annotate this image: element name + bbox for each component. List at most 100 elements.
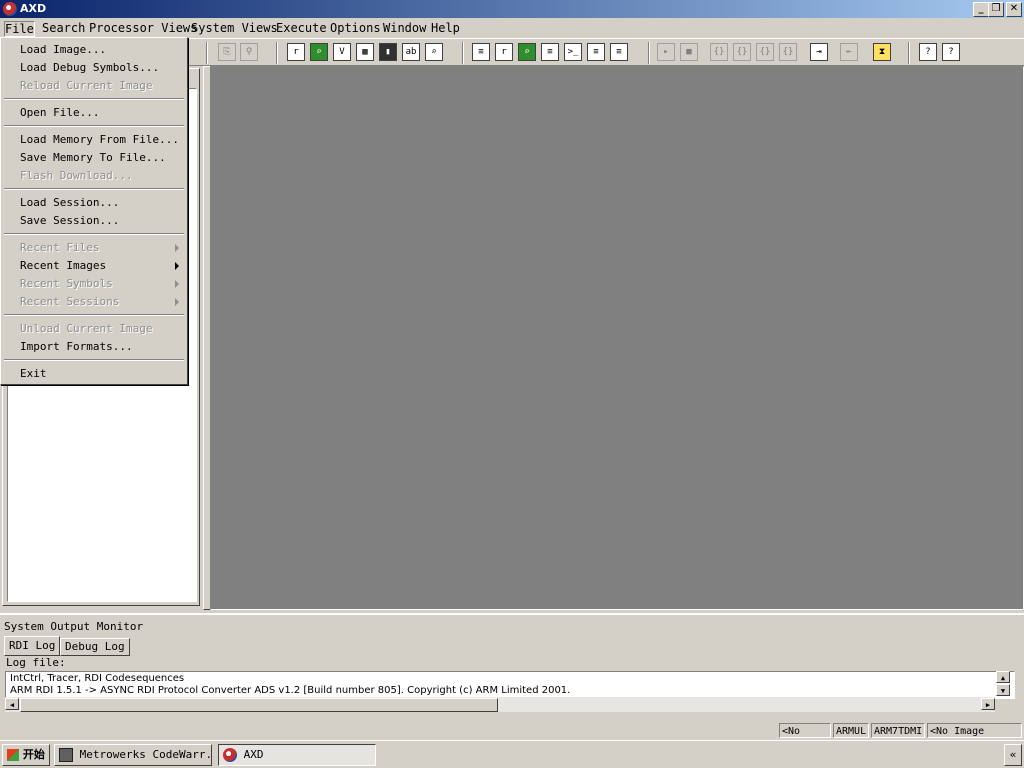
file-menu-item-load-memory-from-file[interactable]: Load Memory From File... xyxy=(20,131,179,149)
toolbar-separator xyxy=(276,42,278,64)
memory-icon[interactable]: ▦ xyxy=(356,43,374,61)
step-in-icon[interactable]: {} xyxy=(733,43,751,61)
status-target: ARMUL xyxy=(833,723,869,738)
submenu-arrow-icon xyxy=(175,298,179,306)
file-menu-item-save-memory-to-file[interactable]: Save Memory To File... xyxy=(20,149,166,167)
processor-registers-icon[interactable]: r xyxy=(495,43,513,61)
window-title: AXD xyxy=(20,2,47,15)
console-icon[interactable]: >_ xyxy=(564,43,582,61)
menu-separator xyxy=(4,188,184,190)
toggle-breakpoint-icon[interactable]: ⇥ xyxy=(810,43,828,61)
menu-separator xyxy=(4,125,184,127)
menu-system-views[interactable]: System Views xyxy=(191,21,278,35)
low-level-symbols-icon[interactable]: ab xyxy=(402,43,420,61)
menu-separator xyxy=(4,98,184,100)
taskbar-button-axd[interactable]: AXD xyxy=(218,744,376,766)
toolbar-separator xyxy=(648,42,650,64)
tab-rdi-log[interactable]: RDI Log xyxy=(4,636,61,656)
axd-icon xyxy=(223,748,237,762)
scroll-down-icon[interactable]: ▼ xyxy=(996,684,1010,696)
codewarrior-icon xyxy=(59,748,73,762)
stop-icon[interactable]: ■ xyxy=(680,43,698,61)
menu-separator xyxy=(4,233,184,235)
file-menu-item-import-formats[interactable]: Import Formats... xyxy=(20,338,133,356)
taskbar: 开始 Metrowerks CodeWarr... AXD « xyxy=(0,740,1024,768)
load-image-icon[interactable]: ⎘ xyxy=(218,43,236,61)
submenu-arrow-icon xyxy=(175,280,179,288)
scroll-left-icon[interactable]: ◀ xyxy=(5,698,19,710)
toolbar-separator xyxy=(908,42,910,64)
set-pc-icon[interactable]: ⇤ xyxy=(840,43,858,61)
menu-search[interactable]: Search xyxy=(42,21,85,35)
backtrace-icon[interactable]: ▮ xyxy=(379,43,397,61)
file-menu-item-recent-sessions: Recent Sessions xyxy=(20,295,120,308)
file-menu-item-flash-download: Flash Download... xyxy=(20,169,133,182)
file-menu-item-exit[interactable]: Exit xyxy=(20,365,47,383)
submenu-arrow-icon xyxy=(175,262,179,270)
menu-processor-views[interactable]: Processor Views xyxy=(89,21,197,35)
menu-file[interactable]: File xyxy=(4,21,35,37)
log-line: ARM RDI 1.5.1 -> ASYNC RDI Protocol Conv… xyxy=(10,685,571,696)
source-list-icon[interactable]: ≡ xyxy=(472,43,490,61)
system-list-icon[interactable]: ≡ xyxy=(541,43,559,61)
status-bar: <No Pos> ARMUL ARM7TDMI <No Image Name> xyxy=(0,722,1024,752)
menu-bar: File Search Processor Views System Views Exe… xyxy=(0,18,1024,37)
go-icon[interactable]: ▸ xyxy=(657,43,675,61)
file-menu-item-unload-current-image: Unload Current Image xyxy=(20,322,153,335)
mdi-client-area[interactable] xyxy=(210,66,1024,610)
status-processor: ARM7TDMI xyxy=(871,723,925,738)
binoculars-icon[interactable]: ⚲ xyxy=(240,43,258,61)
taskbar-button-label: Metrowerks CodeWarr... xyxy=(79,748,212,761)
context-help-icon[interactable]: ? xyxy=(942,43,960,61)
file-menu-item-reload-current-image: Reload Current Image xyxy=(20,79,153,92)
file-menu-item-open-file[interactable]: Open File... xyxy=(20,104,99,122)
log-vertical-scrollbar[interactable]: ▲ ▼ xyxy=(996,671,1011,697)
status-position: <No Pos> xyxy=(779,723,831,752)
log-output-area[interactable]: IntCtrl, Tracer, RDI Codesequences ARM R… xyxy=(5,671,1015,699)
taskbar-button-label: AXD xyxy=(243,748,264,761)
tray-expand-button[interactable]: « xyxy=(1004,744,1022,766)
find-icon[interactable]: ⌕ xyxy=(425,43,443,61)
file-menu-item-load-session[interactable]: Load Session... xyxy=(20,194,119,212)
tab-debug-log[interactable]: Debug Log xyxy=(60,638,130,656)
file-menu-item-load-debug-symbols[interactable]: Load Debug Symbols... xyxy=(20,59,159,77)
run-to-cursor-icon[interactable]: {} xyxy=(779,43,797,61)
scroll-right-icon[interactable]: ▶ xyxy=(981,698,995,710)
menu-separator xyxy=(4,359,184,361)
step-out-icon[interactable]: {} xyxy=(756,43,774,61)
file-menu-item-save-session[interactable]: Save Session... xyxy=(20,212,119,230)
step-icon[interactable]: {} xyxy=(710,43,728,61)
taskbar-button-codewarrior[interactable]: Metrowerks CodeWarr... xyxy=(54,744,212,766)
file-menu-item-recent-files: Recent Files xyxy=(20,241,100,254)
hourglass-icon[interactable]: ⧗ xyxy=(873,43,891,61)
file-menu-item-load-image[interactable]: Load Image... xyxy=(20,41,106,59)
menu-window[interactable]: Window xyxy=(383,21,426,35)
scroll-up-icon[interactable]: ▲ xyxy=(996,671,1010,683)
variables-icon[interactable]: V xyxy=(333,43,351,61)
output-icon[interactable]: ≡ xyxy=(610,43,628,61)
system-watch-icon[interactable]: ⌕ xyxy=(518,43,536,61)
watch-icon[interactable]: ⌕ xyxy=(310,43,328,61)
title-bar[interactable]: AXD _ ❐ ✕ xyxy=(0,0,1024,18)
file-menu-dropdown: Load Image... Load Debug Symbols... Reload… xyxy=(0,37,188,385)
debug-log-icon[interactable]: ≡ xyxy=(587,43,605,61)
close-button[interactable]: ✕ xyxy=(1006,2,1022,17)
help-icon[interactable]: ? xyxy=(919,43,937,61)
scroll-thumb[interactable] xyxy=(20,698,498,712)
output-monitor-title: System Output Monitor xyxy=(4,620,144,633)
menu-options[interactable]: Options xyxy=(330,21,381,35)
start-button[interactable]: 开始 xyxy=(2,744,50,766)
submenu-arrow-icon xyxy=(175,244,179,252)
registers-icon[interactable]: r xyxy=(287,43,305,61)
menu-help[interactable]: Help xyxy=(431,21,460,35)
maximize-button[interactable]: ❐ xyxy=(988,2,1004,17)
log-line: IntCtrl, Tracer, RDI Codesequences xyxy=(10,673,185,684)
file-menu-item-recent-images[interactable]: Recent Images xyxy=(20,257,106,275)
status-image: <No Image Name> xyxy=(927,723,1022,752)
log-horizontal-scrollbar[interactable]: ◀ ▶ xyxy=(5,697,995,712)
menu-execute[interactable]: Execute xyxy=(276,21,327,35)
log-file-label: Log file: xyxy=(6,656,66,669)
minimize-button[interactable]: _ xyxy=(973,2,989,17)
menu-separator xyxy=(4,314,184,316)
axd-app-icon[interactable] xyxy=(3,2,17,16)
